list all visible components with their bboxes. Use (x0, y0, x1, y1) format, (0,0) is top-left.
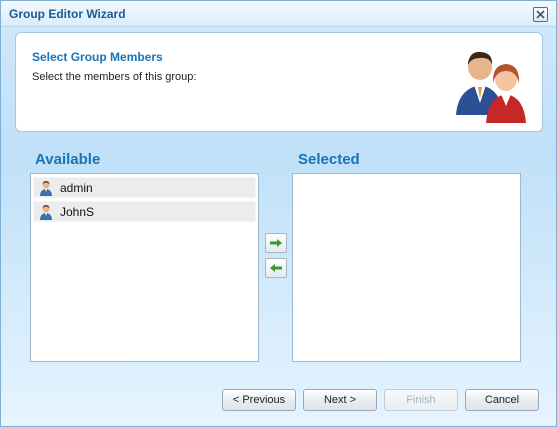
title-bar: Group Editor Wizard (1, 1, 556, 27)
header-panel: Select Group Members Select the members … (15, 32, 543, 132)
wizard-window: Group Editor Wizard Select Group Members… (0, 0, 557, 427)
selected-list[interactable] (292, 173, 521, 362)
user-icon (40, 204, 52, 220)
previous-button[interactable]: < Previous (222, 389, 296, 411)
cancel-button[interactable]: Cancel (465, 389, 539, 411)
add-member-button[interactable] (265, 233, 287, 253)
list-item[interactable]: JohnS (33, 201, 256, 222)
close-icon (536, 10, 545, 19)
close-button[interactable] (533, 7, 548, 22)
page-description: Select the members of this group: (32, 71, 197, 83)
list-item[interactable]: admin (33, 177, 256, 198)
window-title: Group Editor Wizard (9, 7, 126, 21)
arrow-right-icon (270, 239, 282, 247)
list-item-label: JohnS (60, 204, 95, 219)
user-icon (40, 180, 52, 196)
next-button[interactable]: Next > (303, 389, 377, 411)
selected-label: Selected (298, 151, 360, 168)
remove-member-button[interactable] (265, 258, 287, 278)
finish-button[interactable]: Finish (384, 389, 458, 411)
list-item-label: admin (60, 180, 93, 195)
arrow-left-icon (270, 264, 282, 272)
group-users-icon (456, 51, 526, 123)
available-label: Available (35, 151, 101, 168)
page-title: Select Group Members (32, 50, 163, 64)
available-list[interactable]: admin JohnS (30, 173, 259, 362)
